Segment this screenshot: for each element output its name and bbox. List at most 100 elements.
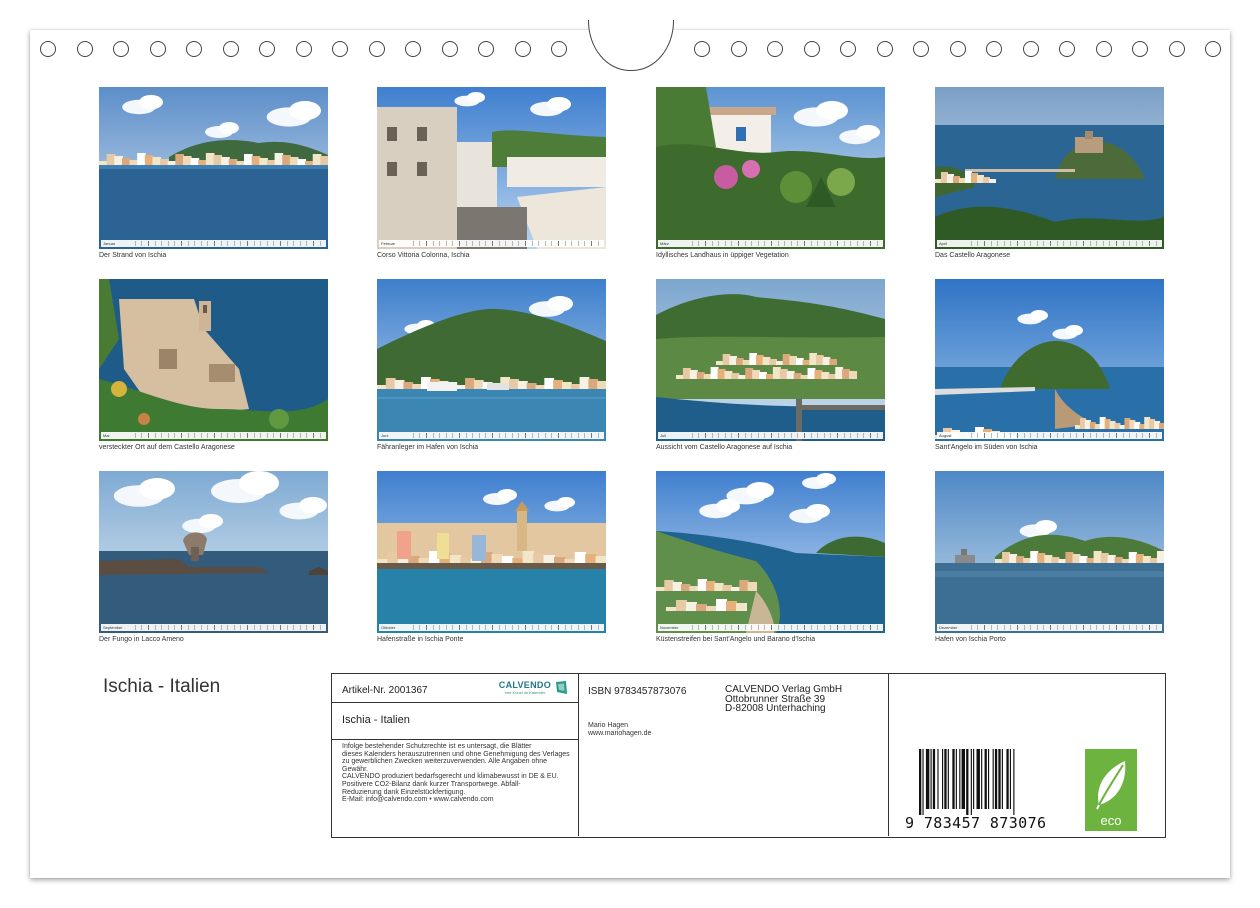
- publisher-city: D-82008 Unterhaching: [725, 703, 826, 715]
- legal-line: E-Mail: info@calvendo.com • www.calvendo…: [342, 796, 494, 804]
- binding-hole: [1059, 41, 1075, 57]
- month-photo: April: [935, 87, 1164, 249]
- binding-hole: [295, 41, 312, 57]
- info-column-isbn: ISBN 9783457873076 CALVENDO Verlag GmbH …: [579, 674, 889, 836]
- month-name: August: [939, 433, 952, 438]
- author-name: Mario Hagen: [588, 722, 629, 729]
- month-days-grid: [135, 241, 326, 246]
- month-photo: Januar: [99, 87, 328, 249]
- binding-hole: [1022, 41, 1039, 57]
- month-days-grid: [135, 625, 326, 630]
- month-days-grid: [692, 625, 883, 630]
- binding-hole: [441, 41, 458, 57]
- photo-caption: Fähranleger im Hafen von Ischia: [377, 444, 479, 451]
- month-photo: Juli: [656, 279, 885, 441]
- eco-label-text: eco: [1101, 813, 1122, 828]
- binding-hole: [478, 41, 494, 57]
- month-name: Mai: [103, 433, 110, 438]
- binding-hole: [514, 41, 531, 57]
- info-column-barcode: 9 783457 873076 eco: [889, 674, 1165, 836]
- month-calendar-strip: November: [658, 624, 883, 631]
- photo-caption: Hafen von Ischia Porto: [935, 636, 1006, 643]
- binding-hole: [368, 41, 385, 57]
- month-photo: Juni: [377, 279, 606, 441]
- binding-hole: [803, 41, 820, 57]
- photo-porto: [935, 471, 1164, 633]
- legal-line: Positivere CO2-Bilanz dank kurzer Transp…: [342, 780, 521, 788]
- month-calendar-strip: April: [937, 240, 1162, 247]
- photo-caption: Idyllisches Landhaus in üppiger Vegetati…: [656, 252, 789, 259]
- photo-caption: Corso Vittoria Colonna, Ischia: [377, 252, 470, 259]
- photo-garden: [656, 87, 885, 249]
- month-thumbnail: Mai versteckter Ort auf dem Castello Arag…: [99, 279, 328, 451]
- photo-street: [377, 87, 606, 249]
- brand-name: CALVENDO: [498, 680, 551, 690]
- month-calendar-strip: März: [658, 240, 883, 247]
- binding-hole: [113, 41, 129, 57]
- month-name: Dezember: [939, 625, 958, 630]
- month-thumbnail: Dezember Hafen von Ischia Porto: [935, 471, 1164, 643]
- binding-hole: [767, 41, 783, 57]
- photo-castle: [935, 87, 1164, 249]
- binding-hole: [40, 41, 56, 57]
- month-thumbnail: November Küstenstreifen bei Sant'Angelo u…: [656, 471, 885, 643]
- month-photo: März: [656, 87, 885, 249]
- month-name: Oktober: [381, 625, 396, 630]
- month-calendar-strip: September: [101, 624, 326, 631]
- month-name: Juli: [660, 433, 667, 438]
- binding-hole: [949, 41, 966, 57]
- calvendo-mark-icon: [556, 681, 567, 694]
- month-thumbnail: April Das Castello Aragonese: [935, 87, 1164, 259]
- month-thumbnail: März Idyllisches Landhaus in üppiger Vege…: [656, 87, 885, 259]
- photo-caption: Aussicht vom Castello Aragonese auf Isch…: [656, 444, 793, 451]
- binding-hole: [259, 41, 275, 57]
- binding-hole: [186, 41, 202, 57]
- info-column-article: Artikel-Nr. 2001367 CALVENDO Ihre Kunst …: [332, 674, 579, 836]
- photo-caption: Hafenstraße in Ischia Ponte: [377, 636, 464, 643]
- legal-line: Reduzierung dank Einzelstückfertigung.: [342, 788, 466, 796]
- isbn: ISBN 9783457873076: [588, 686, 687, 697]
- month-days-grid: [135, 433, 326, 438]
- info-box: Artikel-Nr. 2001367 CALVENDO Ihre Kunst …: [331, 673, 1166, 838]
- photo-ruin: [99, 279, 328, 441]
- month-thumbnail: September Der Fungo in Lacco Ameno: [99, 471, 328, 643]
- month-photo: Dezember: [935, 471, 1164, 633]
- month-photo: Oktober: [377, 471, 606, 633]
- month-thumbnail: Oktober Hafenstraße in Ischia Ponte: [377, 471, 606, 643]
- month-name: März: [660, 241, 669, 246]
- binding-hole: [332, 41, 348, 57]
- month-days-grid: [413, 433, 604, 438]
- binding-hole: [730, 41, 747, 57]
- month-days-grid: [971, 625, 1162, 630]
- binding-hole: [149, 41, 166, 57]
- month-thumbnail: Januar Der Strand von Ischia: [99, 87, 328, 259]
- binding-hole: [405, 41, 421, 57]
- month-photo: Mai: [99, 279, 328, 441]
- month-name: Juni: [381, 433, 389, 438]
- month-photo: September: [99, 471, 328, 633]
- month-days-grid: [413, 241, 604, 246]
- photo-fungo: [99, 471, 328, 633]
- photo-coast: [656, 471, 885, 633]
- month-calendar-strip: Januar: [101, 240, 326, 247]
- month-photo: Februar: [377, 87, 606, 249]
- binding-hole: [551, 41, 567, 57]
- legal-notice: Infolge bestehender Schutzrechte ist es …: [332, 740, 578, 804]
- month-photo: August: [935, 279, 1164, 441]
- photo-caption: Sant'Angelo im Süden von Ischia: [935, 444, 1038, 451]
- month-calendar-strip: Juli: [658, 432, 883, 439]
- month-days-grid: [971, 433, 1162, 438]
- photo-caption: versteckter Ort auf dem Castello Aragone…: [99, 444, 235, 451]
- photo-santangelo: [935, 279, 1164, 441]
- publisher-address: CALVENDO Verlag GmbH Ottobrunner Straße …: [725, 685, 842, 714]
- brand-tagline: Ihre Kunst im Kalender: [504, 690, 546, 695]
- binding-hole: [1095, 41, 1112, 57]
- photo-caption: Das Castello Aragonese: [935, 252, 1011, 259]
- author-info: Mario Hagen www.mariohagen.de: [588, 722, 651, 737]
- month-photo: November: [656, 471, 885, 633]
- legal-line: Gewähr.: [342, 765, 369, 773]
- binding-hole: [222, 41, 239, 57]
- month-calendar-strip: Oktober: [379, 624, 604, 631]
- month-name: Februar: [381, 241, 396, 246]
- binding-hole: [913, 41, 929, 57]
